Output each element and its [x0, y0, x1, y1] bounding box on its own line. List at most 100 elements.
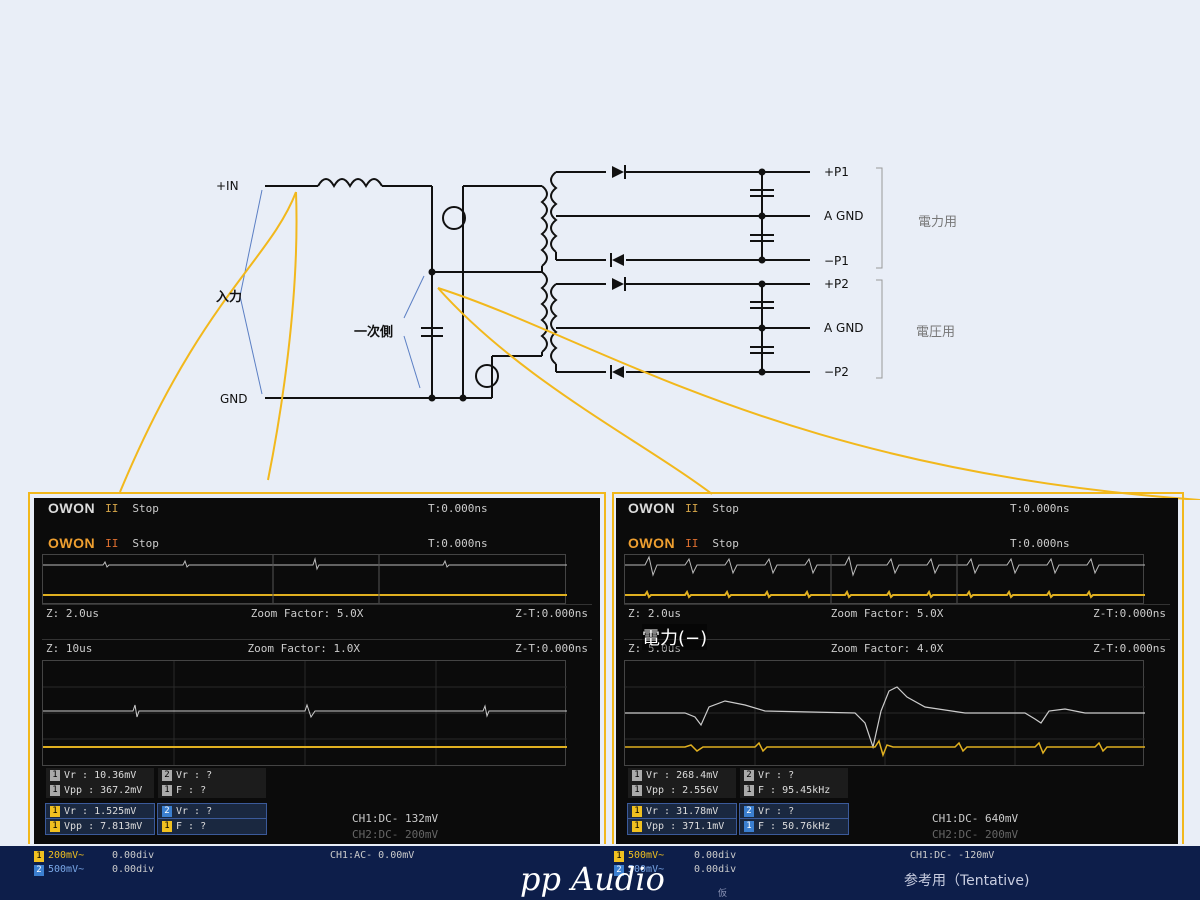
owon-logo-2: OWON [628, 535, 676, 551]
meas-vr-1: Vr : 268.4mV [646, 770, 719, 781]
diodes [610, 165, 626, 379]
footer-right-ch2-offset: 0.00div [694, 864, 737, 875]
measurement-panel-top: 1 Vr : 10.36mV 2 Vr : ? 1 Vpp : 367.2mV 1F … [46, 768, 266, 798]
owon-logo: OWON [628, 500, 676, 516]
label-p2-plus: +P2 [824, 277, 849, 291]
meas-vpp-1-b: Vpp : 371.1mV [646, 821, 725, 832]
meas-vr-1-b: Vr : 1.525mV [64, 806, 137, 817]
trigger-time-2: T:0.000ns [1010, 536, 1070, 550]
zoom-zt-sub: Z-T:0.000ns [515, 642, 588, 655]
meas-vpp-1-b: Vpp : 7.813mV [64, 821, 143, 832]
label-agnd-1: A GND [824, 209, 864, 223]
footer-bar: 1 200mV~ 0.00div 2 500mV~ 0.00div CH1:AC- … [0, 846, 1200, 900]
run-indicator-2: II [685, 536, 699, 550]
zoom-zt-sub: Z-T:0.000ns [1093, 642, 1166, 655]
run-indicator: II [105, 501, 119, 515]
measurement-panel-bottom: 1 Vr : 1.525mV 2 Vr : ? 1 Vpp : 7.813mV 1F … [45, 803, 267, 835]
label-input: 入力 [216, 290, 243, 305]
zoom-zt: Z-T:0.000ns [1093, 607, 1166, 620]
meas-vr-1: Vr : 10.36mV [64, 770, 137, 781]
measurement-panel-bottom: 1 Vr : 31.78mV 2 Vr : ? 1 Vpp : 371.1mV 1F … [627, 803, 849, 835]
zoom-info-sub: Z: 10us Zoom Factor: 1.0X Z-T:0.000ns [42, 639, 592, 657]
meas-vpp-1: Vpp : 367.2mV [64, 785, 143, 796]
label-primary: 一次側 [354, 325, 394, 340]
meas-vr-2-b: Vr : ? [176, 806, 213, 817]
status-text: Stop [712, 501, 739, 515]
trigger-info-1: CH1:DC- 132mV [352, 812, 439, 825]
overview-traces [625, 555, 1145, 603]
status-text-2: Stop [712, 536, 739, 550]
owon-logo-2: OWON [48, 535, 96, 551]
scope-left: OWON II Stop T:0.000ns OWON II Stop T:0.… [34, 498, 600, 844]
label-gnd: GND [220, 392, 248, 406]
meas-vr-2-b: Vr : ? [758, 806, 795, 817]
waveform-zoomed [624, 660, 1145, 766]
overview-traces [43, 555, 567, 603]
trigger-time: T:0.000ns [1010, 501, 1070, 515]
meas-f-2: F : ? [176, 785, 207, 796]
footer-right-trigger: CH1:DC- -120mV [910, 850, 995, 861]
footer-left-ch2: 500mV~ [48, 864, 85, 875]
schematic [119, 165, 1200, 500]
zoom-factor: Zoom Factor: 5.0X [830, 607, 944, 620]
overlay-label: 電力(−) [642, 624, 708, 650]
transistor-lower [475, 364, 499, 388]
annotation-arrows [239, 189, 425, 395]
scope-right-header-2: OWON II Stop T:0.000ns [616, 533, 1178, 553]
run-indicator-2: II [105, 536, 119, 550]
status-text-2: Stop [132, 536, 159, 550]
zoom-factor: Zoom Factor: 5.0X [250, 607, 364, 620]
label-voltage-use: 電圧用 [916, 325, 956, 340]
measurement-panel-top: 1 Vr : 268.4mV 2 Vr : ? 1 Vpp : 2.556V 1F :… [628, 768, 848, 798]
zoomed-traces [625, 661, 1145, 765]
label-agnd-2: A GND [824, 321, 864, 335]
footer-left-ch1: 200mV~ [48, 850, 85, 861]
zoomed-traces [43, 661, 567, 765]
zoom-factor-sub: Zoom Factor: 4.0X [830, 642, 944, 655]
zoom-info-main: Z: 2.0us Zoom Factor: 5.0X Z-T:0.000ns [624, 604, 1170, 622]
trigger-info-2: CH2:DC- 200mV [932, 828, 1019, 841]
scope-left-header-2: OWON II Stop T:0.000ns [34, 533, 600, 553]
status-text: Stop [132, 501, 159, 515]
meas-vr-2: Vr : ? [176, 770, 213, 781]
brand-logo: pp Audio [520, 860, 665, 898]
tentative-label: 参考用（Tentative) [904, 873, 1030, 889]
scope-right: OWON II Stop T:0.000ns OWON II Stop T:0.… [616, 498, 1178, 844]
zoom-factor-sub: Zoom Factor: 1.0X [247, 642, 361, 655]
footer-left-ch2-offset: 0.00div [112, 864, 155, 875]
inductor [317, 178, 383, 189]
trigger-time: T:0.000ns [428, 501, 488, 515]
zoom-z: Z: 2.0us [46, 607, 99, 620]
trigger-info-2: CH2:DC- 200mV [352, 828, 439, 841]
meas-f-2: F : 95.45kHz [758, 785, 831, 796]
schematic-wires [265, 167, 883, 399]
label-in-plus: +IN [216, 179, 239, 193]
label-p1-plus: +P1 [824, 165, 849, 179]
trigger-time-2: T:0.000ns [428, 536, 488, 550]
zoom-z-sub: Z: 10us [46, 642, 93, 655]
footer-right-ch1-offset: 0.00div [694, 850, 737, 861]
owon-logo: OWON [48, 500, 96, 516]
zoom-z: Z: 2.0us [628, 607, 681, 620]
label-p2-minus: −P2 [824, 365, 849, 379]
meas-vr-2: Vr : ? [758, 770, 795, 781]
label-p1-minus: −P1 [824, 254, 849, 268]
footer-left-trigger: CH1:AC- 0.00mV [330, 850, 415, 861]
waveform-zoomed [42, 660, 567, 766]
zoom-info-main: Z: 2.0us Zoom Factor: 5.0X Z-T:0.000ns [42, 604, 592, 622]
waveform-overview [42, 554, 567, 604]
scope-left-header-1: OWON II Stop T:0.000ns [34, 498, 600, 518]
meas-vpp-1: Vpp : 2.556V [646, 785, 719, 796]
scope-right-header-1: OWON II Stop T:0.000ns [616, 498, 1178, 518]
trigger-info-1: CH1:DC- 640mV [932, 812, 1019, 825]
brand-small: 仮 [718, 889, 728, 899]
highlight-lines [119, 191, 1200, 500]
run-indicator: II [685, 501, 699, 515]
label-power-use: 電力用 [918, 215, 958, 230]
meas-f-2-b: F : 50.76kHz [758, 821, 831, 832]
waveform-overview [624, 554, 1145, 604]
transistor-upper [442, 206, 466, 230]
meas-vr-1-b: Vr : 31.78mV [646, 806, 719, 817]
zoom-zt: Z-T:0.000ns [515, 607, 588, 620]
footer-left-ch1-offset: 0.00div [112, 850, 155, 861]
